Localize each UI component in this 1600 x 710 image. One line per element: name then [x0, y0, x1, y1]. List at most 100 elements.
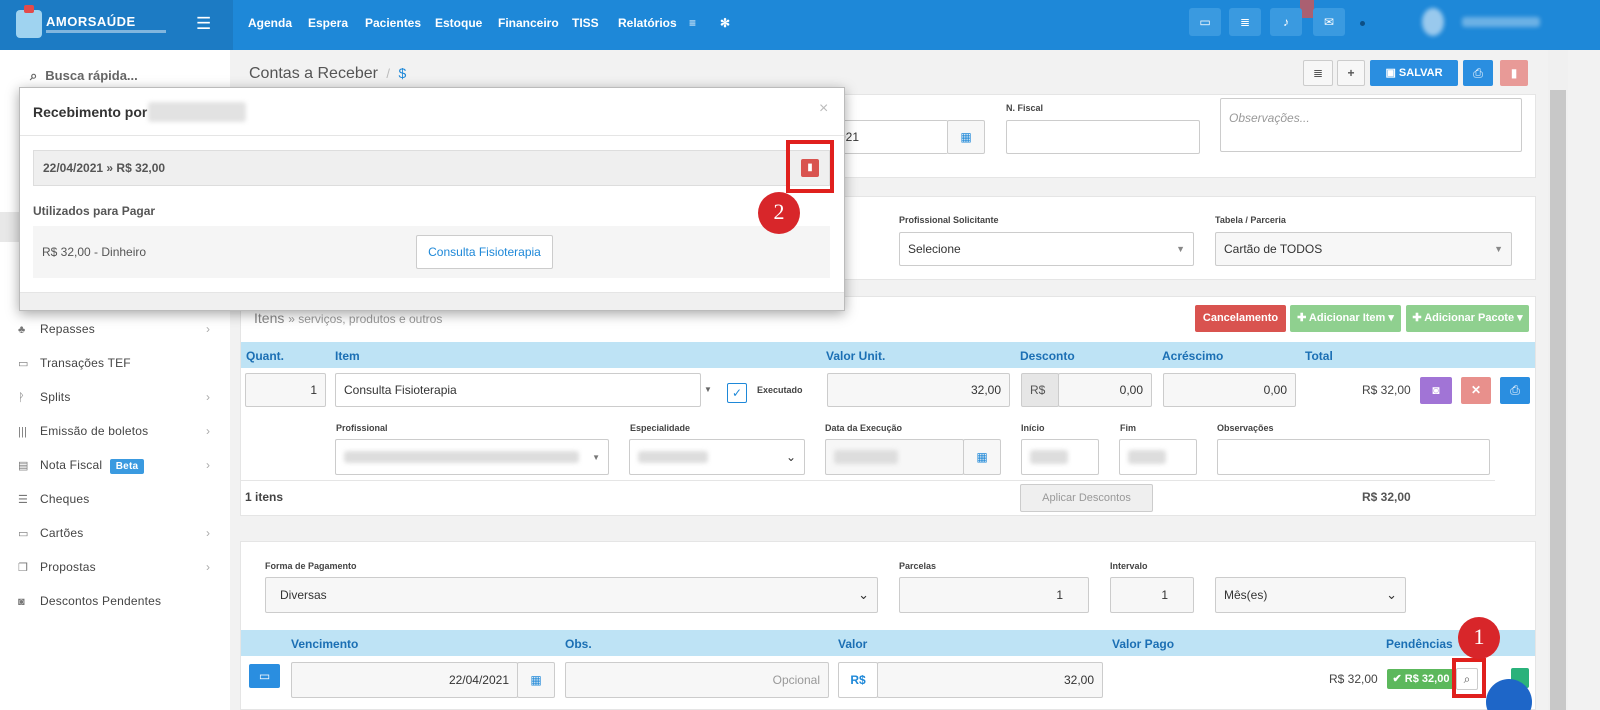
valor-unit-input[interactable]: 32,00	[827, 373, 1010, 407]
database-icon[interactable]: ≡	[689, 16, 696, 30]
print-item-button[interactable]: ⎙	[1500, 377, 1530, 404]
card-icon: ▭	[258, 669, 271, 683]
brand-area[interactable]: AMORSAÚDE ☰	[0, 0, 233, 50]
chevron-right-icon: ›	[206, 526, 210, 540]
nav-estoque[interactable]: Estoque	[435, 16, 482, 30]
periodo-value: Mês(es)	[1224, 588, 1268, 602]
sidebar-item-label: Splits	[40, 390, 71, 404]
especialidade-select[interactable]: ⌄	[629, 439, 805, 475]
date-field[interactable]: 021	[830, 120, 948, 154]
vencimento-input[interactable]: 22/04/2021	[291, 662, 518, 698]
paid-badge[interactable]: ✔ R$ 32,00	[1387, 669, 1455, 689]
floppy-icon: ▣	[1385, 67, 1399, 79]
sidebar-item-nota-fiscal[interactable]: ▤ Nota Fiscal Beta	[18, 458, 145, 474]
add-button[interactable]: +	[1337, 60, 1365, 86]
menu-toggle-icon[interactable]: ☰	[196, 14, 211, 34]
col-total: Total	[1305, 349, 1333, 363]
trash-icon: ▮	[1510, 66, 1518, 80]
modal-close-icon[interactable]: ×	[819, 100, 828, 118]
caret-down-icon[interactable]: ▼	[704, 385, 712, 394]
add-item-button[interactable]: ✚ Adicionar Item ▾	[1290, 305, 1401, 332]
remove-item-button[interactable]: ✕	[1461, 377, 1491, 404]
calendar-icon[interactable]: ▦	[947, 120, 985, 154]
observacoes-textarea[interactable]: Observações...	[1220, 98, 1522, 152]
delete-button[interactable]: ▮	[1500, 60, 1528, 86]
calendar-icon[interactable]: ▦	[517, 662, 555, 698]
avatar[interactable]	[1422, 8, 1444, 36]
nav-espera[interactable]: Espera	[308, 16, 348, 30]
sidebar-item-cartoes[interactable]: ▭ Cartões	[18, 526, 83, 540]
periodo-select[interactable]: Mês(es) ⌄	[1215, 577, 1406, 613]
cancelamento-button[interactable]: Cancelamento	[1195, 305, 1286, 332]
nav-pacientes[interactable]: Pacientes	[365, 16, 421, 30]
executado-label: Executado	[757, 385, 803, 395]
apply-discounts-button[interactable]: Aplicar Descontos	[1020, 484, 1153, 512]
profissional-label: Profissional	[336, 423, 388, 433]
fim-input[interactable]	[1119, 439, 1197, 475]
sidebar-item-splits[interactable]: ᚹ Splits	[18, 390, 71, 404]
inicio-value	[1030, 450, 1068, 464]
sidebar-item-tef[interactable]: ▭ Transações TEF	[18, 356, 131, 370]
bell-icon[interactable]: ♪	[1270, 8, 1302, 36]
chevron-right-icon: ›	[206, 424, 210, 438]
nav-tiss[interactable]: TISS	[572, 16, 599, 30]
divider	[20, 135, 844, 136]
obs-parcela-input[interactable]: Opcional	[565, 662, 829, 698]
sidebar-item-propostas[interactable]: ❐ Propostas	[18, 560, 96, 574]
sidebar-active-item[interactable]	[0, 212, 20, 242]
add-package-button[interactable]: ✚ Adicionar Pacote ▾	[1406, 305, 1529, 332]
tabela-select[interactable]: Cartão de TODOS ▼	[1215, 232, 1512, 266]
caret-down-icon: ▼	[592, 452, 600, 462]
sidebar-item-repasses[interactable]: ♣ Repasses	[18, 322, 95, 336]
gear-icon[interactable]: ✻	[720, 16, 730, 30]
page-scrollbar-thumb[interactable]	[1550, 90, 1566, 710]
executado-checkbox[interactable]: ✓	[727, 383, 747, 403]
nfiscal-input[interactable]	[1006, 120, 1200, 154]
sidebar-item-cheques[interactable]: ☰ Cheques	[18, 492, 89, 506]
item-select[interactable]: Consulta Fisioterapia	[335, 373, 701, 407]
forma-pagamento-label: Forma de Pagamento	[265, 561, 357, 571]
forma-pagamento-select[interactable]: Diversas ⌄	[265, 577, 878, 613]
data-execucao-input[interactable]	[825, 439, 964, 475]
intervalo-input[interactable]: 1	[1110, 577, 1194, 613]
camera-button[interactable]: ◙	[1420, 377, 1452, 404]
nav-agenda[interactable]: Agenda	[248, 16, 292, 30]
nav-relatorios[interactable]: Relatórios	[618, 16, 677, 30]
close-icon: ✕	[1470, 383, 1482, 397]
inbox-icon[interactable]: ▭	[1189, 8, 1221, 36]
save-button[interactable]: ▣ SALVAR	[1370, 60, 1458, 86]
user-name[interactable]	[1462, 17, 1540, 27]
sidebar-item-label: Nota Fiscal	[40, 458, 103, 472]
money-icon: ◙	[18, 596, 25, 608]
quick-search[interactable]: ⌕ Busca rápida...	[30, 68, 138, 84]
col-valor-unit: Valor Unit.	[826, 349, 886, 363]
consulta-link-button[interactable]: Consulta Fisioterapia	[416, 235, 553, 269]
chat-icon[interactable]: ✉	[1313, 8, 1345, 36]
sidebar-item-descontos[interactable]: ◙ Descontos Pendentes	[18, 594, 161, 608]
list-view-button[interactable]: ≣	[1303, 60, 1333, 86]
print-button[interactable]: ⎙	[1463, 60, 1493, 86]
nav-financeiro[interactable]: Financeiro	[498, 16, 559, 30]
quantity-input[interactable]: 1	[245, 373, 326, 407]
installment-menu-button[interactable]: ▭	[249, 664, 280, 688]
obs-item-input[interactable]	[1217, 439, 1490, 475]
payment-table-header: Vencimento Obs. Valor Valor Pago Pendênc…	[241, 630, 1535, 656]
list-icon[interactable]: ≣	[1229, 8, 1261, 36]
parcelas-input[interactable]: 1	[899, 577, 1089, 613]
beta-badge: Beta	[109, 459, 145, 474]
inicio-input[interactable]	[1021, 439, 1099, 475]
save-label: SALVAR	[1398, 67, 1443, 79]
notification-badge	[1300, 0, 1314, 18]
profissional-select[interactable]: ▼	[335, 439, 609, 475]
acrescimo-input[interactable]: 0,00	[1163, 373, 1296, 407]
calendar-icon[interactable]: ▦	[963, 439, 1001, 475]
chevron-down-icon: ⌄	[785, 450, 796, 464]
sidebar-item-boletos[interactable]: ||| Emissão de boletos	[18, 424, 148, 438]
sidebar-item-label: Cheques	[40, 492, 90, 506]
valor-parcela-input[interactable]: 32,00	[877, 662, 1103, 698]
logo-icon	[16, 5, 42, 38]
items-subtitle: » serviços, produtos e outros	[288, 312, 443, 326]
discount-input[interactable]: 0,00	[1058, 373, 1152, 407]
prof-solicitante-select[interactable]: Selecione ▼	[899, 232, 1194, 266]
items-title-text: Itens	[254, 310, 285, 326]
